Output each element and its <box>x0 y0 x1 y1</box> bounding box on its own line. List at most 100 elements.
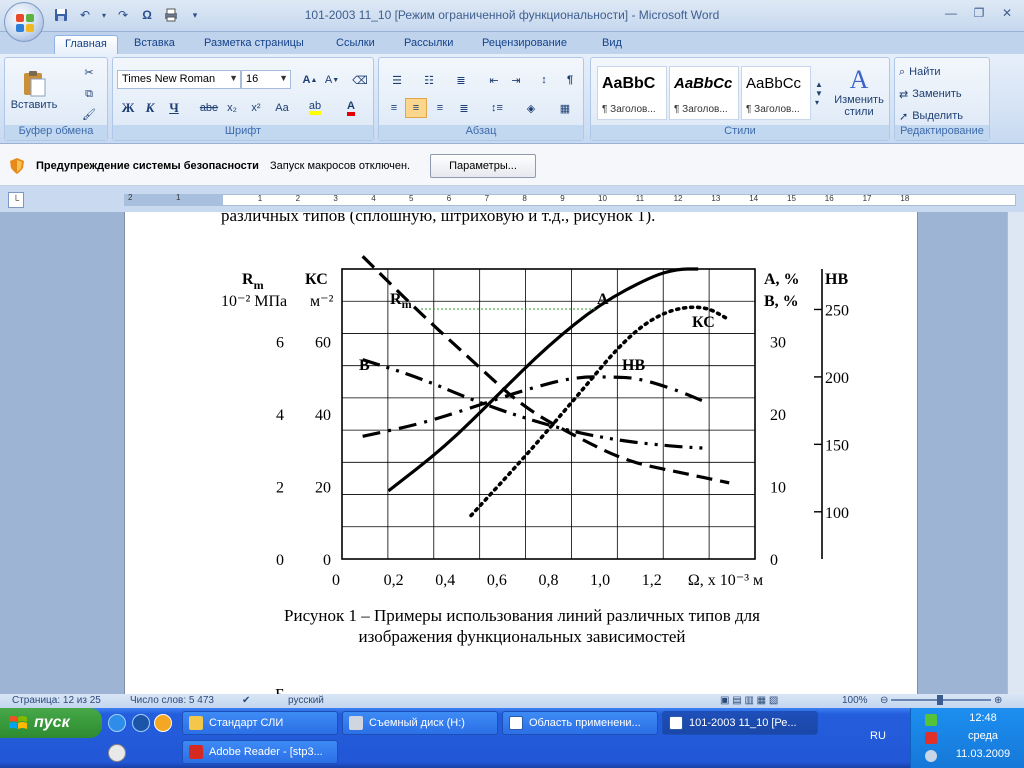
decrease-indent-icon[interactable]: ⇤ <box>483 70 505 90</box>
pilcrow-icon[interactable]: ¶ <box>559 70 581 90</box>
zoom-slider[interactable]: ⊖ ⊕ <box>880 695 1010 706</box>
ruler-left-margin <box>124 194 222 206</box>
zoom-thumb[interactable] <box>937 695 944 706</box>
zoom-out-icon[interactable]: ⊖ <box>880 695 888 706</box>
view-buttons[interactable]: ▣ ▤ ▥ ▦ ▧ <box>720 695 778 706</box>
taskbar-button-drive[interactable]: Съемный диск (H:) <box>342 711 498 735</box>
page-count[interactable]: Страница: 12 из 25 <box>12 695 101 706</box>
font-name-combo[interactable]: Times New Roman ▼ <box>117 70 241 89</box>
tab-home[interactable]: Главная <box>54 35 118 54</box>
tab-mailings[interactable]: Рассылки <box>394 35 463 54</box>
tab-insert[interactable]: Вставка <box>124 35 185 54</box>
ruler-tick: 10 <box>598 194 607 203</box>
minimize-icon[interactable]: — <box>938 4 964 22</box>
increase-indent-icon[interactable]: ⇥ <box>505 70 527 90</box>
office-button[interactable] <box>4 2 44 42</box>
change-case-button[interactable]: Aa <box>269 98 295 118</box>
browser-icon[interactable] <box>132 714 150 732</box>
close-icon[interactable]: ✕ <box>994 4 1020 22</box>
shading-icon[interactable]: ◈ <box>517 98 545 118</box>
font-group: Times New Roman ▼ 16 ▼ A ▲ A ▼ ⌫ Ж К Ч abe x… <box>112 57 374 141</box>
options-button[interactable]: Параметры... <box>430 154 536 178</box>
grow-font-button[interactable]: A ▲ <box>299 70 321 90</box>
taskbar-button-word-1[interactable]: Область применени... <box>502 711 658 735</box>
bullets-icon[interactable]: ☰ <box>383 70 411 90</box>
window-controls: — ❐ ✕ <box>938 4 1020 22</box>
subscript-button[interactable]: x₂ <box>221 98 243 118</box>
vertical-scrollbar[interactable] <box>1007 212 1024 694</box>
tab-references[interactable]: Ссылки <box>326 35 385 54</box>
strikethrough-button[interactable]: abe <box>197 98 221 118</box>
tray-network-icon[interactable] <box>925 714 937 726</box>
keyboard-language[interactable]: RU <box>870 730 886 742</box>
copy-icon[interactable]: ⧉ <box>77 84 101 104</box>
line-spacing-icon[interactable]: ↕≡ <box>483 98 511 118</box>
borders-icon[interactable]: ▦ <box>551 98 579 118</box>
select-button[interactable]: ➚ Выделить <box>899 106 987 126</box>
language-status[interactable]: русский <box>288 695 324 706</box>
taskbar-button-standard[interactable]: Стандарт СЛИ <box>182 711 338 735</box>
format-painter-icon[interactable]: 🖌 <box>77 104 101 124</box>
font-size-combo[interactable]: 16 ▼ <box>241 70 291 89</box>
media-player-icon[interactable] <box>154 714 172 732</box>
ruler-tick: 13 <box>711 194 721 203</box>
numbering-icon[interactable]: ☷ <box>415 70 443 90</box>
word-count[interactable]: Число слов: 5 473 <box>130 695 214 706</box>
tab-review[interactable]: Рецензирование <box>472 35 577 54</box>
rm-tick-label: 0 <box>276 552 284 569</box>
italic-button[interactable]: К <box>139 98 161 118</box>
clock-time[interactable]: 12:48 <box>951 712 1015 724</box>
tab-view[interactable]: Вид <box>592 35 632 54</box>
hb-tick-label: 150 <box>825 437 849 454</box>
taskbar-button-word-2[interactable]: 101-2003 11_10 [Ре... <box>662 711 818 735</box>
taskbar-button-adobe[interactable]: Adobe Reader - [stp3... <box>182 740 338 764</box>
ruler-bar[interactable]: 1 2 3 4 5 6 7 8 9 10 11 12 13 14 15 16 17 18 <box>222 194 1016 206</box>
replace-button[interactable]: ⇄ Заменить <box>899 84 987 104</box>
tray-volume-icon[interactable] <box>925 750 937 762</box>
system-tray: 12:48 среда 11.03.2009 <box>910 708 1024 768</box>
styles-scroll[interactable]: ▲ ▼ ▾ <box>813 66 825 120</box>
underline-button[interactable]: Ч <box>163 98 185 118</box>
desktop-icon[interactable] <box>108 744 126 762</box>
ie-icon[interactable] <box>108 714 126 732</box>
multilevel-icon[interactable]: ≣ <box>447 70 475 90</box>
rm-tick-label: 4 <box>276 407 284 424</box>
series-line-dash <box>361 255 730 485</box>
document-page[interactable]: различных типов (сплошную, штриховую и т… <box>124 212 918 694</box>
shrink-font-button[interactable]: A ▼ <box>321 70 343 90</box>
series-label-b: В <box>359 357 370 374</box>
bold-button[interactable]: Ж <box>117 98 139 118</box>
change-styles-button[interactable]: A Изменить стили <box>829 60 889 124</box>
series-line-dashdotdot <box>362 358 704 450</box>
x-tick-label: 0 <box>332 572 340 589</box>
tab-page-layout[interactable]: Разметка страницы <box>194 35 314 54</box>
superscript-button[interactable]: x² <box>245 98 267 118</box>
clear-format-icon[interactable]: ⌫ <box>349 70 371 90</box>
zoom-in-icon[interactable]: ⊕ <box>994 695 1002 706</box>
highlight-icon[interactable]: ab <box>303 98 327 118</box>
maximize-icon[interactable]: ❐ <box>966 4 992 22</box>
sort-icon[interactable]: ↕ <box>533 70 555 90</box>
cut-icon[interactable]: ✂ <box>77 62 101 82</box>
align-left-icon[interactable]: ≡ <box>383 98 405 118</box>
hb-tick-label: 250 <box>825 302 849 319</box>
start-button[interactable]: пуск <box>0 708 102 738</box>
style-heading-2[interactable]: AaBbCc ¶ Заголов... <box>669 66 739 120</box>
style-heading-3[interactable]: AaBbCc ¶ Заголов... <box>741 66 811 120</box>
style-heading-1[interactable]: AaBbC ¶ Заголов... <box>597 66 667 120</box>
series-label-kc: КС <box>692 314 715 331</box>
tray-antivirus-icon[interactable] <box>925 732 937 744</box>
figure-caption: Рисунок 1 – Примеры использования линий … <box>125 605 919 647</box>
tab-selector-button[interactable]: └ <box>8 192 24 208</box>
find-button[interactable]: ⌕ Найти <box>899 62 987 82</box>
zoom-level[interactable]: 100% <box>842 695 868 706</box>
x-tick-label: 0,6 <box>487 572 507 589</box>
series-label-rm: Rm <box>390 291 412 311</box>
font-color-icon[interactable]: A <box>339 98 363 118</box>
align-center-icon[interactable]: ≡ <box>405 98 427 118</box>
paste-button[interactable]: Вставить <box>11 62 57 118</box>
justify-icon[interactable]: ≣ <box>453 98 475 118</box>
align-right-icon[interactable]: ≡ <box>429 98 451 118</box>
ruler-tick: 1 <box>257 194 263 203</box>
spelling-icon[interactable]: ✔ <box>242 695 250 706</box>
